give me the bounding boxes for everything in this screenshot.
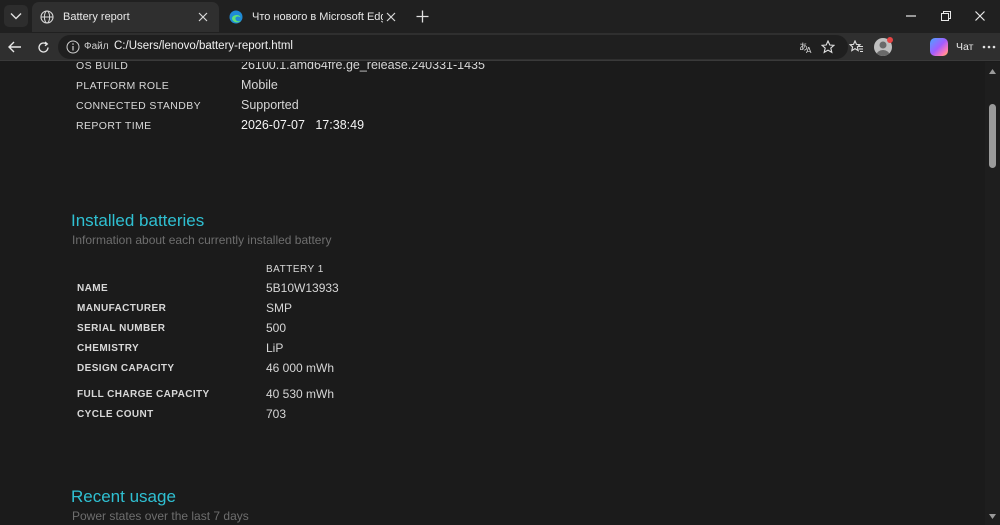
info-label: PLATFORM ROLE [76, 80, 170, 92]
refresh-button[interactable] [32, 36, 54, 58]
tab-battery-report[interactable]: Battery report [32, 2, 219, 32]
info-row-connected-standby: CONNECTED STANDBY Supported [0, 97, 985, 117]
battery-label-chemistry: CHEMISTRY [77, 343, 140, 354]
battery-value-design-capacity: 46 000 mWh [266, 361, 335, 375]
battery-column-header: BATTERY 1 [266, 264, 324, 275]
tab-title: Что нового в Microsoft Edge [252, 11, 383, 23]
info-label: CONNECTED STANDBY [76, 100, 202, 112]
info-label: OS BUILD [76, 62, 129, 72]
info-value: 26100.1.amd64fre.ge_release.240331-1435 [241, 62, 485, 72]
minimize-button[interactable] [900, 5, 922, 27]
battery-value-chemistry: LiP [266, 341, 284, 355]
vertical-scrollbar[interactable] [985, 62, 1000, 525]
more-icon [982, 45, 996, 49]
refresh-icon [37, 41, 49, 53]
address-bar[interactable]: Файл C:/Users/lenovo/battery-report.html… [58, 35, 848, 59]
favorite-star-icon[interactable] [820, 39, 836, 55]
tab-whats-new-edge[interactable]: Что нового в Microsoft Edge [221, 2, 407, 32]
arrow-left-icon [8, 41, 21, 53]
close-icon[interactable] [383, 9, 399, 25]
url-scheme-label: Файл [84, 41, 109, 52]
battery-value-serial: 500 [266, 321, 287, 335]
close-icon [975, 11, 985, 21]
tab-actions-button[interactable] [4, 5, 28, 27]
restore-icon [941, 11, 951, 21]
minimize-icon [906, 15, 916, 17]
notification-dot [887, 37, 893, 43]
back-button[interactable] [4, 36, 26, 58]
info-row-os-build: OS BUILD 26100.1.amd64fre.ge_release.240… [0, 62, 985, 77]
scroll-up-arrow-icon[interactable] [988, 67, 997, 75]
copilot-label: Чат [956, 41, 974, 53]
installed-batteries-heading: Installed batteries [71, 211, 205, 230]
battery-label-name: NAME [77, 283, 109, 294]
chevron-down-icon [10, 13, 22, 20]
globe-icon [40, 10, 54, 24]
copilot-chat-button[interactable]: Чат [926, 36, 980, 58]
close-window-button[interactable] [969, 5, 991, 27]
tab-title: Battery report [63, 11, 130, 23]
scroll-down-arrow-icon[interactable] [988, 512, 997, 520]
info-value: Mobile [241, 78, 278, 92]
copilot-icon [930, 38, 948, 56]
info-label: REPORT TIME [76, 120, 152, 132]
battery-label-cycle-count: CYCLE COUNT [77, 409, 154, 420]
new-tab-button[interactable] [411, 6, 433, 26]
close-icon[interactable] [195, 9, 211, 25]
svg-text:A: A [806, 46, 812, 54]
favorites-icon [848, 40, 863, 53]
edge-icon [229, 10, 243, 24]
battery-label-manufacturer: MANUFACTURER [77, 303, 167, 314]
url-text[interactable]: C:/Users/lenovo/battery-report.html [114, 40, 293, 52]
battery-label-design-capacity: DESIGN CAPACITY [77, 363, 175, 374]
recent-usage-heading: Recent usage [71, 487, 176, 506]
favorites-button[interactable] [845, 36, 867, 58]
battery-value-cycle-count: 703 [266, 407, 287, 421]
navigation-toolbar: Файл C:/Users/lenovo/battery-report.html… [0, 33, 1000, 61]
info-row-report-time: REPORT TIME 2026-07-07 17:38:49 [0, 117, 985, 137]
battery-report-page: OS BUILD 26100.1.amd64fre.ge_release.240… [0, 62, 985, 525]
restore-button[interactable] [935, 5, 957, 27]
settings-more-button[interactable] [978, 36, 1000, 58]
info-value: Supported [241, 98, 299, 112]
recent-usage-subtitle: Power states over the last 7 days [72, 509, 249, 523]
plus-icon [416, 10, 428, 22]
battery-label-full-charge-capacity: FULL CHARGE CAPACITY [77, 389, 210, 400]
battery-value-name: 5B10W13933 [266, 281, 339, 295]
tab-strip: Battery report Что нового в Microsoft Ed… [0, 0, 1000, 33]
battery-value-full-charge-capacity: 40 530 mWh [266, 387, 335, 401]
info-value: 2026-07-07 17:38:49 [241, 118, 365, 132]
installed-batteries-subtitle: Information about each currently install… [72, 233, 332, 247]
battery-value-manufacturer: SMP [266, 301, 293, 315]
translate-icon[interactable]: あA [798, 39, 814, 55]
info-row-platform-role: PLATFORM ROLE Mobile [0, 77, 985, 97]
scrollbar-thumb[interactable] [989, 104, 996, 168]
battery-label-serial: SERIAL NUMBER [77, 323, 166, 334]
info-icon[interactable] [66, 40, 80, 54]
